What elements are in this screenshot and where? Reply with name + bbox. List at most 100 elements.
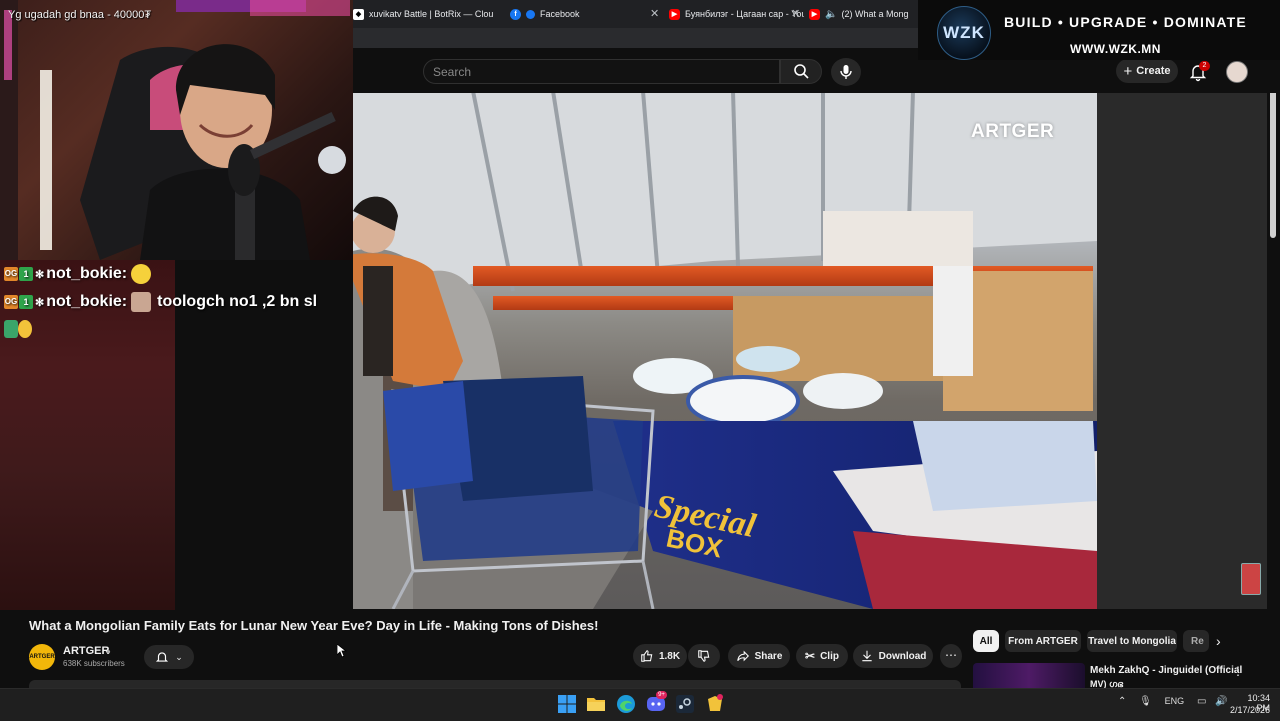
streamer-webcam bbox=[0, 0, 353, 260]
chip-from-artger[interactable]: From ARTGER bbox=[1005, 630, 1081, 652]
game-app-icon[interactable] bbox=[705, 694, 725, 714]
banner-url: WWW.WZK.MN bbox=[1070, 42, 1161, 56]
youtube-icon: ▶ bbox=[809, 8, 820, 20]
channel-avatar[interactable]: ARTGER bbox=[29, 644, 55, 670]
botrix-icon: ◆ bbox=[353, 8, 364, 20]
account-avatar[interactable] bbox=[1226, 61, 1248, 83]
chat-message: OG 1 ✻ not_bokie: toologch no1 ,2 bn sl bbox=[4, 291, 317, 313]
volume-icon[interactable]: 🔊 bbox=[1215, 696, 1227, 707]
windows-taskbar bbox=[0, 688, 1280, 721]
browser-tab-youtube-active[interactable]: ▶ 🔈 (2) What a Mong bbox=[809, 0, 918, 28]
bell-icon bbox=[156, 652, 169, 662]
chevron-down-icon: ⌄ bbox=[175, 651, 183, 662]
close-tab-icon[interactable]: ✕ bbox=[650, 7, 659, 20]
profile-emote-icon bbox=[131, 292, 152, 312]
recommended-video-title[interactable]: Mekh ZakhQ - Jinguidel (Official bbox=[1090, 665, 1242, 676]
chat-username: not_bokie: bbox=[46, 265, 128, 282]
recommended-video-thumbnail[interactable] bbox=[973, 663, 1085, 688]
search-icon bbox=[794, 64, 809, 79]
more-horizontal-icon: ⋯ bbox=[945, 648, 957, 662]
scissors-icon: ✂ bbox=[805, 649, 816, 663]
og-badge-icon: OG bbox=[4, 295, 18, 309]
dislike-button[interactable] bbox=[688, 644, 720, 668]
steam-icon[interactable] bbox=[675, 694, 695, 714]
chat-username: not_bokie: bbox=[46, 293, 128, 310]
browser-tab-facebook[interactable]: f Facebook ✕ bbox=[510, 0, 660, 28]
browser-tab-youtube-song[interactable]: ▶ Буянбилэг - Цагаан сар - YouT ✕ bbox=[669, 0, 804, 28]
video-title: What a Mongolian Family Eats for Lunar N… bbox=[29, 618, 599, 633]
create-label: Create bbox=[1136, 65, 1171, 77]
windows-start-icon[interactable] bbox=[557, 694, 577, 714]
share-icon bbox=[736, 650, 749, 662]
download-label: Download bbox=[878, 650, 927, 662]
rank-badge-icon: 1 bbox=[19, 267, 33, 281]
chip-all[interactable]: All bbox=[973, 630, 999, 652]
browser-toolbar bbox=[353, 28, 918, 48]
donation-alert-text: Yg ugadah gd bnaa - 40000₮ bbox=[8, 9, 152, 21]
video-sidebar-area bbox=[1097, 91, 1267, 609]
video-player[interactable]: Special BOX bbox=[353, 91, 1097, 609]
clip-button[interactable]: ✂ Clip bbox=[796, 644, 848, 668]
wzk-logo: WZK bbox=[937, 6, 991, 60]
floating-mini-icon[interactable] bbox=[1241, 563, 1261, 595]
thumbs-up-icon bbox=[641, 650, 653, 662]
file-explorer-icon[interactable] bbox=[586, 694, 606, 714]
more-actions-button[interactable]: ⋯ bbox=[940, 644, 962, 668]
like-count: 1.8K bbox=[658, 650, 681, 662]
discord-notification-badge: 9+ bbox=[656, 691, 667, 699]
tab-label: Facebook bbox=[540, 9, 580, 19]
download-icon bbox=[861, 650, 872, 662]
subscriber-count: 638K subscribers bbox=[63, 659, 125, 668]
create-button[interactable]: + Create bbox=[1116, 59, 1178, 83]
verified-check-icon: ● bbox=[106, 647, 111, 656]
mouse-cursor-icon bbox=[336, 643, 348, 663]
thumbs-down-icon bbox=[698, 650, 710, 662]
chevron-right-icon[interactable]: › bbox=[1216, 633, 1221, 649]
chip-travel-to-mongolia[interactable]: Travel to Mongolia bbox=[1087, 630, 1177, 652]
monitor-icon[interactable]: ▭ bbox=[1197, 696, 1206, 707]
edge-browser-icon[interactable] bbox=[616, 694, 636, 714]
close-tab-icon[interactable]: ✕ bbox=[791, 7, 800, 20]
banner-tagline: BUILD • UPGRADE • DOMINATE bbox=[1004, 14, 1247, 30]
facebook-icon: f bbox=[510, 8, 521, 20]
chevron-up-icon[interactable]: ⌃ bbox=[1118, 696, 1126, 707]
browser-tab-strip: ◆ xuvikatv Battle | BotRix — Cloud S f F… bbox=[353, 0, 918, 28]
voice-search-button[interactable] bbox=[831, 58, 861, 86]
clip-label: Clip bbox=[820, 650, 839, 662]
search-button[interactable] bbox=[780, 59, 822, 84]
speaker-icon[interactable]: 🔈 bbox=[825, 9, 837, 20]
subscription-notifications-button[interactable]: ⌄ bbox=[144, 645, 194, 669]
webcam-scene bbox=[0, 0, 350, 260]
tab-label: Буянбилэг - Цагаан сар - YouT bbox=[685, 9, 804, 19]
video-frame-scene: Special BOX bbox=[353, 91, 1097, 609]
facebook-messenger-icon bbox=[526, 9, 535, 19]
clock-date[interactable]: 2/17/2026 bbox=[1228, 705, 1270, 715]
og-badge-icon: OG bbox=[4, 267, 18, 281]
share-button[interactable]: Share bbox=[728, 644, 790, 668]
sparkle-icon: ✻ bbox=[35, 268, 45, 281]
notification-count-badge: 2 bbox=[1199, 61, 1210, 71]
channel-name[interactable]: ARTGER bbox=[63, 645, 109, 657]
tab-label: (2) What a Mong bbox=[841, 9, 909, 19]
microphone-icon[interactable]: 🎙 bbox=[1139, 696, 1152, 707]
language-indicator[interactable]: ENG bbox=[1165, 696, 1185, 706]
share-label: Share bbox=[754, 650, 783, 662]
emote-icon bbox=[4, 320, 34, 342]
chip-related[interactable]: Re bbox=[1183, 630, 1209, 652]
more-vertical-icon[interactable]: ⋮ bbox=[1232, 664, 1244, 678]
duck-emote-icon bbox=[131, 264, 152, 284]
microphone-icon bbox=[840, 65, 852, 79]
rank-badge-icon: 1 bbox=[19, 295, 33, 309]
plus-icon: + bbox=[1123, 62, 1133, 80]
chat-message: OG 1 ✻ not_bokie: bbox=[4, 263, 152, 285]
like-button[interactable]: 1.8K bbox=[633, 644, 687, 668]
channel-watermark: ARTGER bbox=[971, 121, 1055, 142]
search-placeholder: Search bbox=[433, 65, 472, 79]
tab-label: xuvikatv Battle | BotRix — Cloud S bbox=[369, 9, 493, 19]
system-tray[interactable]: ⌃ 🎙 ENG ▭ 🔊 bbox=[1118, 696, 1228, 707]
download-button[interactable]: Download bbox=[853, 644, 933, 668]
browser-tab-botrix[interactable]: ◆ xuvikatv Battle | BotRix — Cloud S bbox=[353, 0, 493, 28]
sparkle-icon: ✻ bbox=[35, 296, 45, 309]
search-input[interactable] bbox=[423, 59, 780, 84]
description-box[interactable] bbox=[29, 680, 961, 688]
